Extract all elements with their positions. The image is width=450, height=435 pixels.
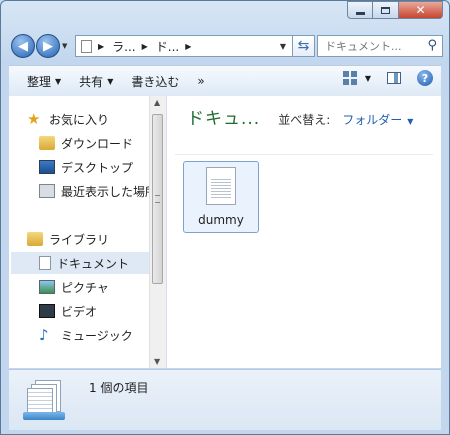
search-input[interactable] — [323, 38, 427, 54]
help-icon: ? — [421, 71, 429, 85]
organize-menu[interactable]: 整理 ▼ — [27, 73, 61, 90]
text-document-icon — [206, 167, 236, 205]
navigation-bar: ◀ ▶ ▼ ▶ ラ...▶ ド...▶ ▼ ⇆ ⚲ — [9, 31, 443, 61]
downloads-folder-icon — [39, 136, 55, 150]
navigation-scrollbar[interactable]: ▲ ▼ — [149, 96, 166, 368]
address-dropdown-icon[interactable]: ▼ — [280, 42, 286, 51]
sort-label: 並べ替え: — [278, 113, 331, 127]
breadcrumb-documents[interactable]: ド... ▶ — [156, 38, 200, 55]
back-arrow-icon: ◀ — [18, 38, 28, 54]
forward-button[interactable]: ▶ — [36, 34, 60, 58]
caption-buttons: ✕ — [347, 1, 443, 19]
change-view-button[interactable]: ▼ — [342, 71, 371, 85]
video-icon — [39, 304, 55, 318]
forward-arrow-icon: ▶ — [43, 38, 53, 54]
maximize-icon — [381, 6, 390, 14]
refresh-icon: ⇆ — [297, 38, 310, 54]
navigation-pane: ★ お気に入り ダウンロード デスクトップ 最近表示した場所 ライブラリ ドキュ… — [9, 96, 167, 368]
header-divider — [175, 154, 433, 155]
nav-libraries[interactable]: ライブラリ — [27, 228, 167, 250]
details-pane: 1 個の項目 — [9, 369, 441, 430]
nav-favorites[interactable]: ★ お気に入り — [27, 108, 167, 130]
breadcrumb-separator[interactable]: ▶ — [92, 42, 112, 51]
arrange-by-dropdown[interactable]: フォルダー — [342, 111, 402, 128]
pictures-icon — [39, 280, 55, 294]
minimize-icon — [355, 11, 365, 15]
libraries-folder-icon — [27, 232, 43, 246]
nav-recent-places[interactable]: 最近表示した場所 — [39, 180, 151, 202]
command-bar: 整理 ▼ 共有 ▼ 書き込む » ▼ ? — [9, 65, 441, 97]
breadcrumb-libraries[interactable]: ラ... ▶ — [112, 38, 156, 55]
back-button[interactable]: ◀ — [11, 34, 35, 58]
chevron-down-icon[interactable]: ▼ — [407, 117, 413, 126]
star-icon: ★ — [27, 110, 41, 128]
file-item[interactable]: dummy — [183, 161, 259, 233]
views-icon — [342, 71, 357, 85]
recent-pages-dropdown[interactable]: ▼ — [62, 42, 67, 50]
search-box[interactable]: ⚲ — [317, 35, 443, 57]
share-menu[interactable]: 共有 ▼ — [79, 73, 113, 90]
close-icon: ✕ — [415, 3, 426, 17]
close-button[interactable]: ✕ — [399, 1, 443, 19]
minimize-button[interactable] — [347, 1, 373, 19]
scroll-down-arrow-icon[interactable]: ▼ — [154, 357, 160, 366]
item-count: 1 個の項目 — [89, 381, 149, 395]
preview-pane-button[interactable] — [387, 72, 401, 84]
scroll-up-arrow-icon[interactable]: ▲ — [154, 98, 160, 107]
explorer-window: ✕ ◀ ▶ ▼ ▶ ラ...▶ ド...▶ ▼ ⇆ ⚲ 整理▼ 共有▼ 書き込む… — [0, 0, 450, 435]
nav-documents[interactable]: ドキュメント — [11, 252, 149, 274]
file-list-pane: ドキュ... 並べ替え: フォルダー ▼ dummy — [167, 96, 441, 368]
burn-button[interactable]: 書き込む — [131, 73, 179, 90]
library-title: ドキュ... — [187, 109, 261, 129]
file-name: dummy — [198, 213, 244, 227]
documents-library-icon — [23, 378, 65, 420]
help-button[interactable]: ? — [417, 70, 433, 86]
recent-places-icon — [39, 184, 55, 198]
maximize-button[interactable] — [373, 1, 399, 19]
address-bar[interactable]: ▶ ラ... ▶ ド... ▶ ▼ — [75, 35, 293, 57]
music-note-icon: ♪ — [39, 326, 49, 344]
chevron-down-icon: ▼ — [107, 76, 114, 86]
library-header: ドキュ... 並べ替え: フォルダー ▼ — [187, 104, 413, 129]
chevron-down-icon: ▼ — [55, 76, 62, 86]
desktop-icon — [39, 160, 55, 174]
document-icon — [39, 256, 51, 270]
search-icon[interactable]: ⚲ — [427, 38, 437, 53]
library-page-icon — [81, 39, 92, 53]
chevron-down-icon: ▼ — [364, 73, 371, 83]
scrollbar-thumb[interactable] — [152, 114, 163, 284]
refresh-button[interactable]: ⇆ — [293, 35, 315, 57]
more-commands-button[interactable]: » — [197, 74, 204, 88]
